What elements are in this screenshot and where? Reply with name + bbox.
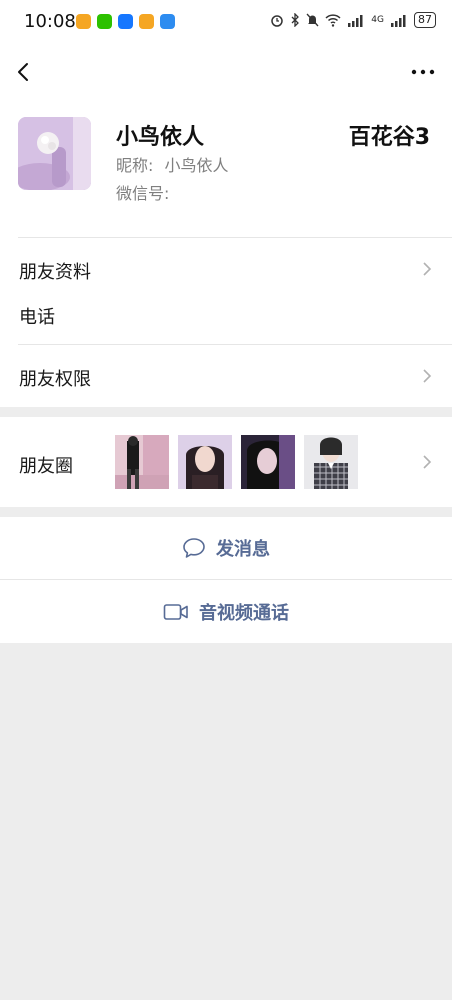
top-nav [0,44,452,100]
wifi-icon [325,13,341,27]
chevron-right-icon [423,369,432,383]
avatar[interactable] [18,117,91,190]
network-type: 4G [371,15,384,25]
profile-name: 小鸟依人 [116,125,205,150]
nickname-label: 昵称: [116,156,154,175]
more-dots-icon [411,69,435,75]
wechat-id-row: 微信号: [116,180,169,204]
moment-thumbnail [304,435,358,489]
chevron-left-icon [18,63,28,81]
chevron-right-icon [423,455,432,469]
friend-info-label: 朋友资料 [19,262,91,283]
signal-icon-2 [391,14,406,27]
app-notification-icon [118,14,133,29]
moment-thumbnail [115,435,169,489]
chevron-right-icon [423,262,432,276]
remark-name: 百花谷3 [348,125,430,150]
bluetooth-icon [291,13,300,27]
app-notification-icon [160,14,175,29]
status-bar: 10:08 4G 87 [0,0,452,44]
send-message-label: 发消息 [216,539,270,560]
friend-info-row[interactable]: 朋友资料 [0,237,452,299]
moments-label: 朋友圈 [19,456,73,477]
back-button[interactable] [12,56,36,88]
moments-row[interactable]: 朋友圈 [0,417,452,507]
chat-bubble-icon [183,538,205,558]
video-call-button[interactable]: 音视频通话 [0,580,452,643]
wechat-notification-icon [97,14,112,29]
nickname-row: 昵称: 小鸟依人 [116,152,229,176]
video-camera-icon [163,603,188,620]
avatar-image [18,117,91,190]
wechat-id-label: 微信号: [116,184,170,203]
battery-indicator: 87 [414,12,436,28]
moments-thumbnails [115,435,358,489]
info-section: 朋友资料 电话 朋友权限 [0,237,452,407]
app-notification-icon [76,14,91,29]
alarm-icon [271,15,284,27]
system-icons: 4G 87 [270,12,436,28]
phone-label: 电话 [19,307,55,328]
mute-icon [306,13,319,27]
notification-icons [76,14,175,29]
video-call-label: 音视频通话 [199,602,289,624]
moment-thumbnail [241,435,295,489]
send-message-button[interactable]: 发消息 [0,517,452,579]
app-notification-icon [139,14,154,29]
signal-icon [348,14,363,27]
moment-thumbnail [178,435,232,489]
permissions-label: 朋友权限 [19,369,91,390]
permissions-row[interactable]: 朋友权限 [0,345,452,407]
profile-card: 小鸟依人 百花谷3 昵称: 小鸟依人 微信号: [0,100,452,237]
nickname-value: 小鸟依人 [164,156,229,175]
more-button[interactable] [410,62,436,82]
status-time: 10:08 [24,11,76,32]
